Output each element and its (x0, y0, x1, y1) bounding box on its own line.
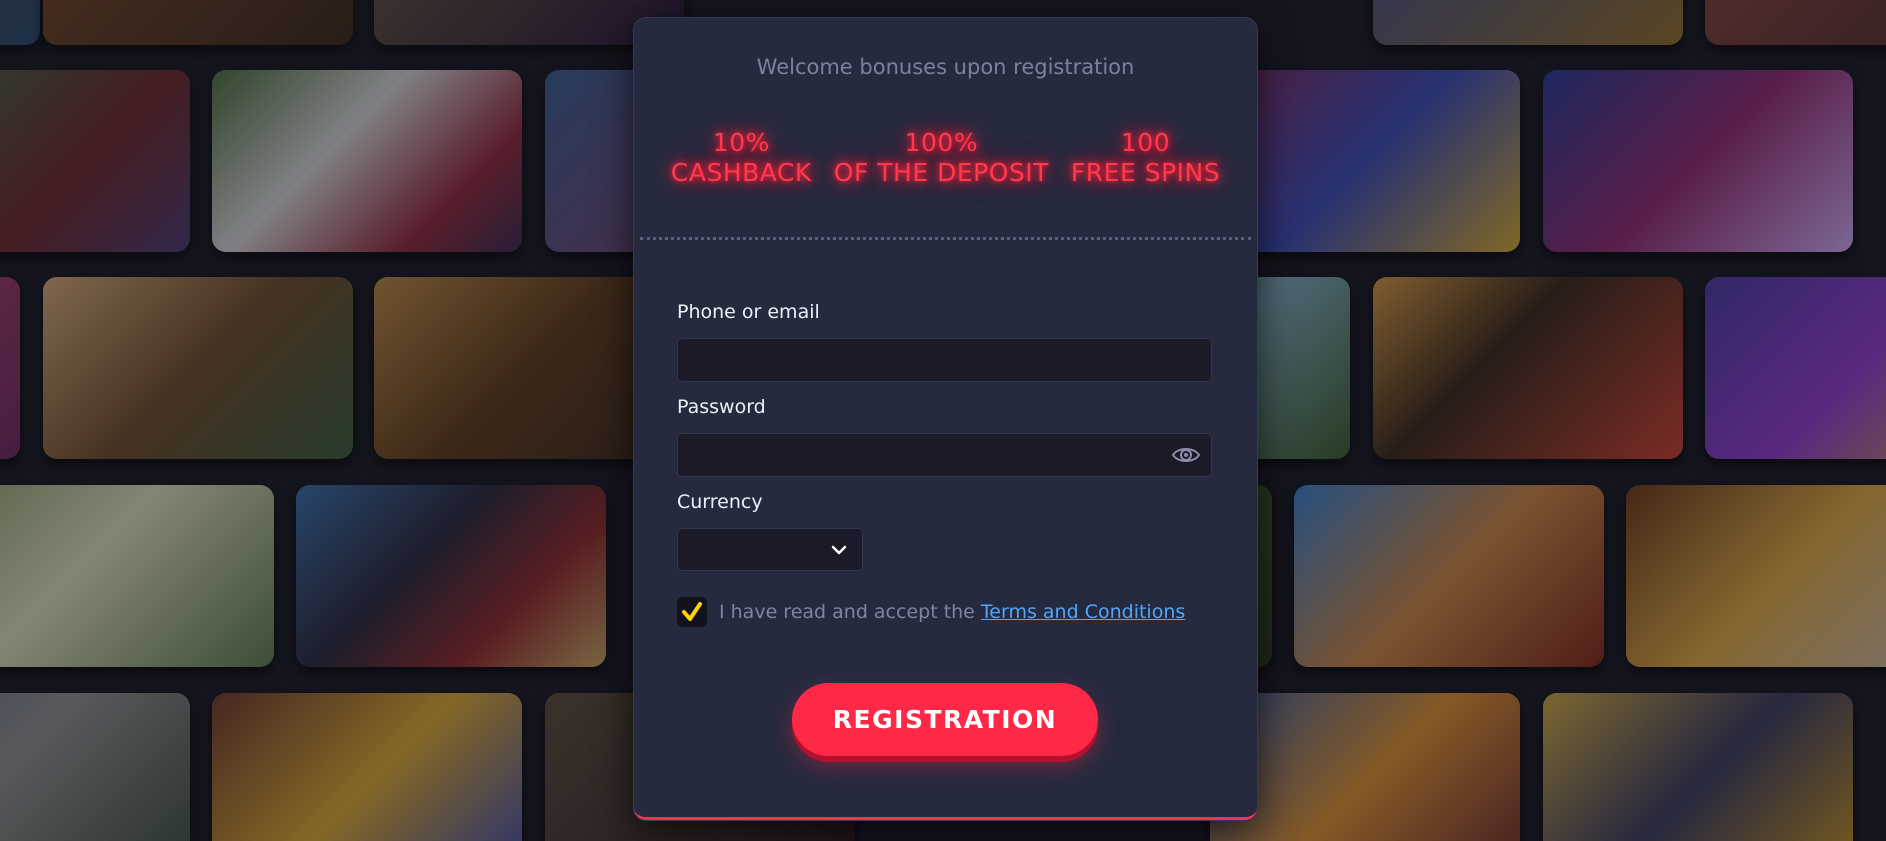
eye-icon[interactable] (1171, 443, 1201, 467)
bonus-value: 100% (904, 128, 979, 157)
bonus-caption: CASHBACK (670, 158, 812, 187)
game-thumbnail (1373, 277, 1683, 459)
terms-checkbox[interactable] (677, 597, 707, 627)
dotted-divider (640, 237, 1251, 240)
game-thumbnail (1543, 70, 1853, 252)
password-label: Password (677, 396, 766, 418)
game-thumbnail (1294, 485, 1604, 667)
game-thumbnail (212, 70, 522, 252)
phone-email-label: Phone or email (677, 301, 820, 323)
game-thumbnail (1373, 0, 1683, 45)
registration-modal: Welcome bonuses upon registration 10% CA… (634, 18, 1257, 820)
terms-prefix: I have read and accept the (719, 601, 981, 623)
game-thumbnail (0, 0, 40, 45)
phone-email-field[interactable] (677, 338, 1212, 382)
registration-button[interactable]: REGISTRATION (792, 683, 1098, 756)
bonus-cashback: 10% CASHBACK (671, 128, 812, 188)
game-thumbnail (1705, 277, 1886, 459)
game-thumbnail (0, 485, 274, 667)
bonus-list: 10% CASHBACK 100% OF THE DEPOSIT 100 FRE… (634, 128, 1257, 188)
terms-row: I have read and accept the Terms and Con… (677, 597, 1185, 627)
bonus-caption: OF THE DEPOSIT (833, 158, 1049, 187)
bonus-deposit: 100% OF THE DEPOSIT (834, 128, 1049, 188)
game-thumbnail (0, 277, 20, 459)
bonus-value: 10% (712, 128, 770, 157)
game-thumbnail (1543, 693, 1853, 841)
game-thumbnail (43, 277, 353, 459)
currency-select[interactable] (677, 528, 863, 571)
bonus-value: 100 (1120, 128, 1171, 157)
phone-email-input[interactable] (678, 339, 1211, 381)
game-thumbnail (1626, 485, 1886, 667)
game-thumbnail (1705, 0, 1886, 45)
bonus-free-spins: 100 FREE SPINS (1071, 128, 1220, 188)
terms-link[interactable]: Terms and Conditions (981, 601, 1185, 623)
password-input[interactable] (678, 434, 1211, 476)
chevron-down-icon (830, 541, 848, 559)
bonus-caption: FREE SPINS (1070, 158, 1221, 187)
welcome-heading: Welcome bonuses upon registration (756, 55, 1135, 79)
currency-label: Currency (677, 491, 763, 513)
game-thumbnail (43, 0, 353, 45)
terms-text: I have read and accept the Terms and Con… (719, 601, 1185, 623)
game-thumbnail (0, 693, 190, 841)
password-field[interactable] (677, 433, 1212, 477)
game-thumbnail (296, 485, 606, 667)
game-thumbnail (0, 70, 190, 252)
game-thumbnail (212, 693, 522, 841)
checkmark-icon (682, 602, 702, 621)
